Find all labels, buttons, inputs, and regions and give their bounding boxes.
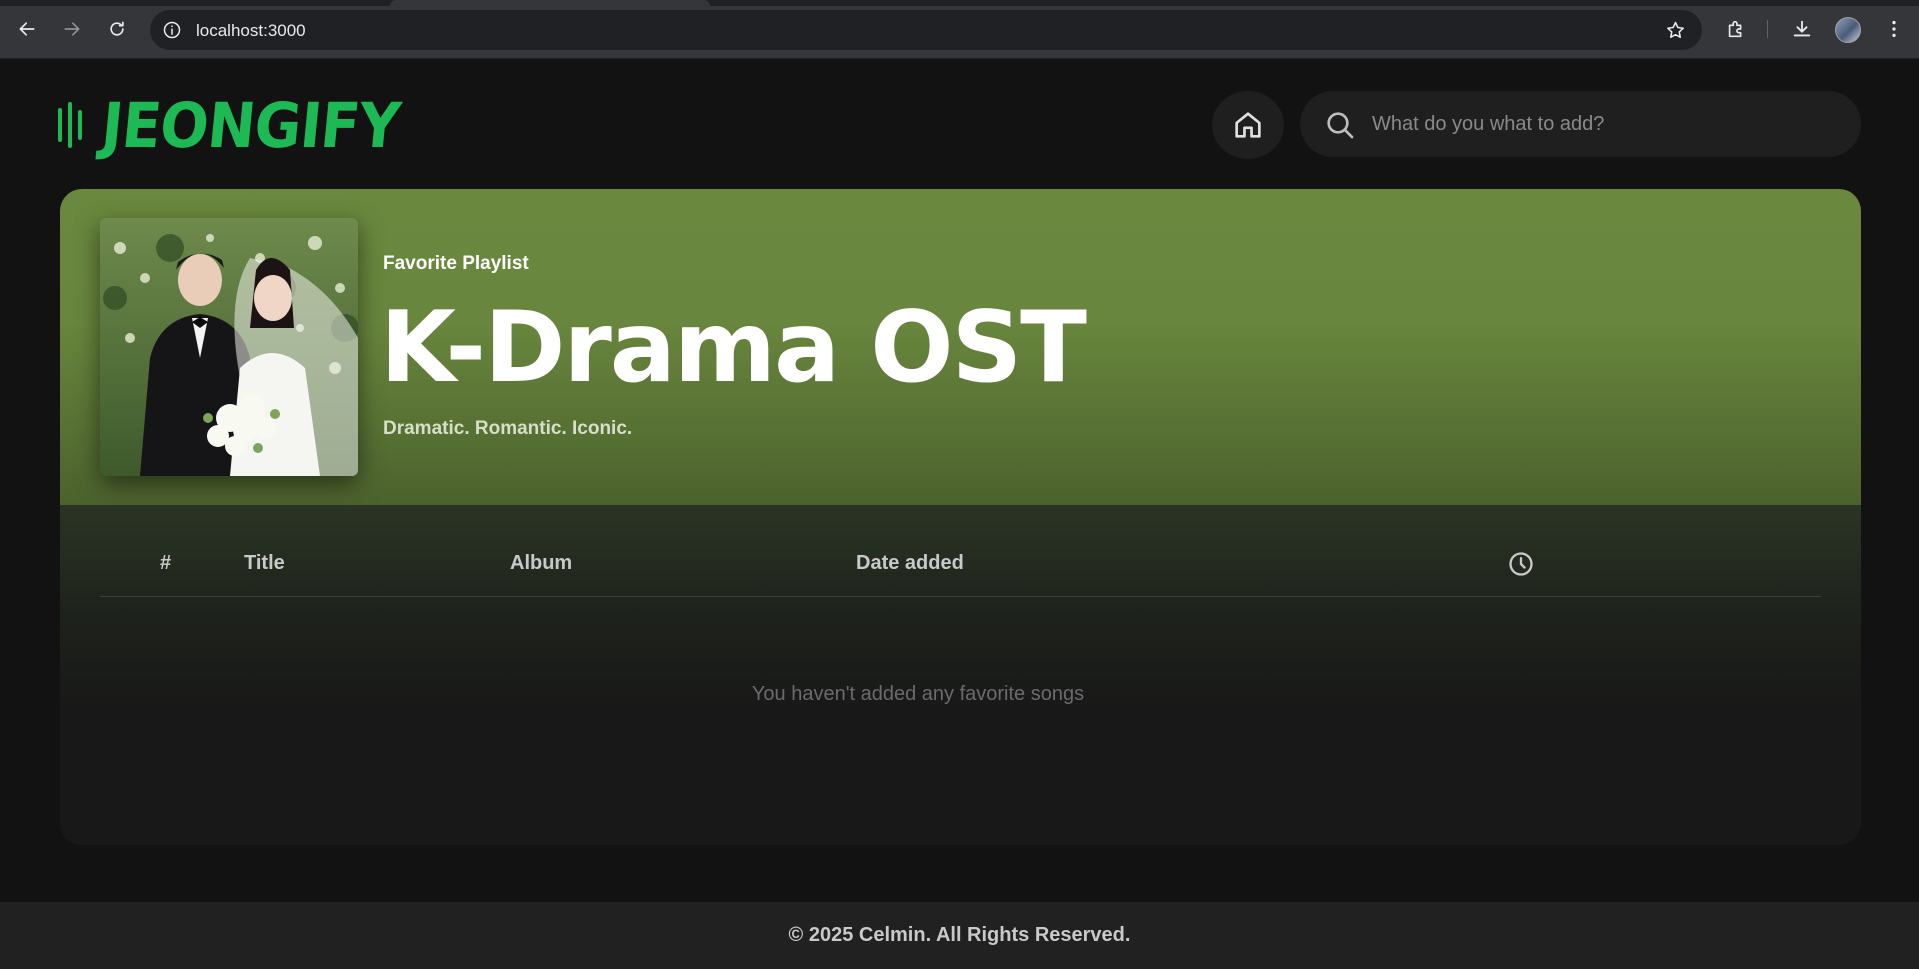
tab-strip: [0, 0, 1919, 6]
reload-button[interactable]: [101, 13, 133, 45]
column-album[interactable]: Album: [510, 552, 572, 575]
extensions-icon[interactable]: [1720, 13, 1752, 45]
track-list: # Title Album Date added You haven't add…: [60, 505, 1861, 845]
sound-bars-icon: [58, 102, 82, 148]
playlist-card: Favorite Playlist K-Drama OST Dramatic. …: [60, 189, 1861, 845]
home-button[interactable]: [1212, 91, 1284, 159]
site-info-icon[interactable]: [160, 18, 184, 42]
copyright-text: © 2025 Celmin. All Rights Reserved.: [788, 924, 1131, 946]
search-input[interactable]: [1372, 91, 1842, 157]
menu-kebab-icon[interactable]: [1878, 13, 1910, 45]
app-logo[interactable]: JEONGIFY: [58, 88, 425, 162]
clock-icon: [1509, 552, 1533, 576]
column-date-added[interactable]: Date added: [856, 552, 964, 575]
back-button[interactable]: [11, 13, 43, 45]
bookmark-star-icon[interactable]: [1664, 19, 1686, 41]
forward-button[interactable]: [56, 13, 88, 45]
search-bar[interactable]: [1300, 91, 1861, 157]
search-icon: [1327, 112, 1354, 139]
reload-icon: [110, 21, 124, 36]
browser-toolbar: localhost:3000: [0, 0, 1919, 59]
track-table-header: # Title Album Date added: [100, 542, 1821, 597]
playlist-title: K-Drama OST: [380, 291, 1087, 405]
arrow-right-icon: [64, 22, 80, 36]
page-footer: © 2025 Celmin. All Rights Reserved.: [0, 902, 1919, 969]
home-icon: [1235, 112, 1261, 138]
playlist-header: Favorite Playlist K-Drama OST Dramatic. …: [60, 189, 1861, 505]
logo-wordmark: JEONGIFY: [98, 88, 403, 162]
playlist-cover-image[interactable]: [100, 218, 358, 476]
column-index: #: [160, 552, 172, 574]
active-tab[interactable]: [390, 0, 710, 6]
address-bar[interactable]: localhost:3000: [150, 10, 1702, 50]
empty-state-message: You haven't added any favorite songs: [751, 683, 1085, 705]
profile-avatar[interactable]: [1835, 17, 1861, 43]
arrow-left-icon: [19, 22, 35, 36]
column-title[interactable]: Title: [244, 552, 285, 575]
playlist-type-label: Favorite Playlist: [383, 253, 529, 274]
download-icon[interactable]: [1786, 13, 1818, 45]
toolbar-separator: [1767, 20, 1768, 38]
url-text[interactable]: localhost:3000: [196, 21, 306, 41]
playlist-description: Dramatic. Romantic. Iconic.: [383, 418, 633, 439]
